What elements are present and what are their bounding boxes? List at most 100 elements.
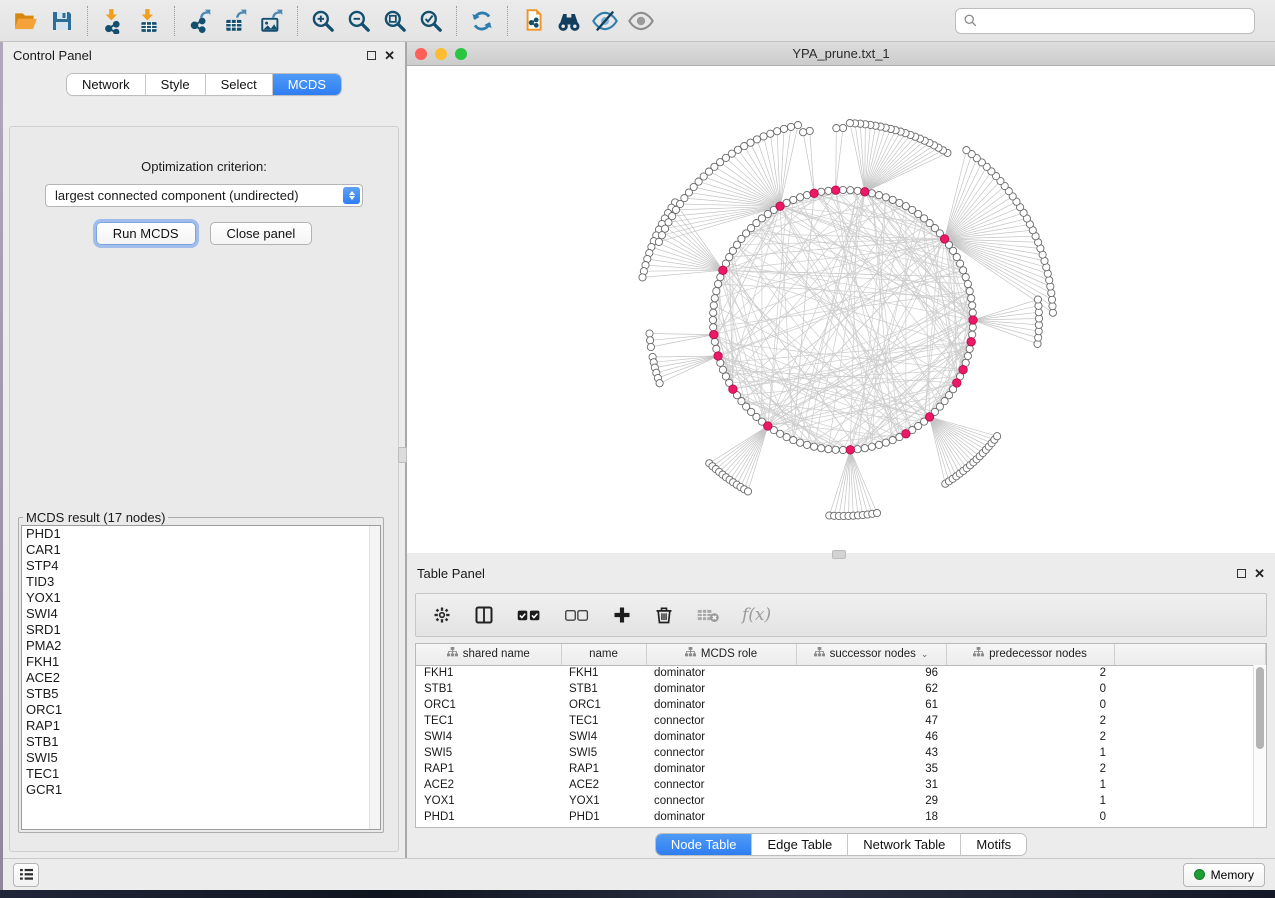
export-image-icon[interactable] <box>254 4 290 38</box>
vertical-splitter-grip[interactable] <box>398 447 407 463</box>
criterion-dropdown[interactable]: largest connected component (undirected) <box>45 184 363 207</box>
tab-edge-table[interactable]: Edge Table <box>751 834 847 855</box>
mcds-result-list[interactable]: PHD1CAR1STP4TID3YOX1SWI4SRD1PMA2FKH1ACE2… <box>21 525 381 830</box>
table-panel: Table Panel ✕ f(x) shared namenameMCDS r… <box>407 560 1275 858</box>
mcds-result-item[interactable]: YOX1 <box>22 590 380 606</box>
control-panel-tabs: NetworkStyleSelectMCDS <box>67 74 341 95</box>
tab-motifs[interactable]: Motifs <box>960 834 1026 855</box>
memory-button[interactable]: Memory <box>1183 863 1265 887</box>
float-panel-icon[interactable] <box>367 51 376 60</box>
mcds-result-item[interactable]: TID3 <box>22 574 380 590</box>
table-row[interactable]: TEC1TEC1connector472 <box>416 713 1266 729</box>
mcds-result-group: MCDS result (17 nodes) PHD1CAR1STP4TID3Y… <box>18 510 384 833</box>
tab-mcds[interactable]: MCDS <box>272 74 341 95</box>
mcds-tab-content: Optimization criterion: largest connecte… <box>9 126 399 852</box>
mcds-result-item[interactable]: PMA2 <box>22 638 380 654</box>
column-header-shared-name[interactable]: shared name <box>416 644 561 665</box>
mcds-result-item[interactable]: GCR1 <box>22 782 380 798</box>
control-panel-titlebar: Control Panel ✕ <box>3 42 405 68</box>
table-row[interactable]: PHD1PHD1dominator180 <box>416 809 1266 825</box>
save-session-icon[interactable] <box>44 4 80 38</box>
table-row[interactable]: SWI4SWI4dominator462 <box>416 729 1266 745</box>
network-window-titlebar: YPA_prune.txt_1 <box>407 42 1275 66</box>
horizontal-splitter-grip[interactable] <box>832 550 846 559</box>
zoom-out-icon[interactable] <box>341 4 377 38</box>
table-scrollbar-thumb[interactable] <box>1256 667 1264 749</box>
node-table: shared namenameMCDS rolesuccessor nodes⌄… <box>415 643 1267 828</box>
zoom-selected-icon[interactable] <box>413 4 449 38</box>
float-table-panel-icon[interactable] <box>1237 569 1246 578</box>
export-network-icon[interactable] <box>182 4 218 38</box>
mcds-result-item[interactable]: SRD1 <box>22 622 380 638</box>
table-row[interactable]: SWI5SWI5connector431 <box>416 745 1266 761</box>
export-table-icon[interactable] <box>218 4 254 38</box>
table-row[interactable]: FKH1FKH1dominator962 <box>416 665 1266 681</box>
run-mcds-button[interactable]: Run MCDS <box>96 222 196 245</box>
control-panel: Control Panel ✕ NetworkStyleSelectMCDS O… <box>3 42 405 858</box>
column-header-filler <box>1114 644 1266 665</box>
table-panel-titlebar: Table Panel ✕ <box>407 560 1275 586</box>
mcds-list-scrollbar[interactable] <box>369 526 380 829</box>
tab-network[interactable]: Network <box>67 74 145 95</box>
network-graph-canvas[interactable] <box>407 66 1275 553</box>
select-all-icon[interactable] <box>516 602 542 628</box>
mcds-result-item[interactable]: SWI4 <box>22 606 380 622</box>
network-graph[interactable] <box>407 66 1275 553</box>
delete-column-icon[interactable] <box>654 602 674 628</box>
tab-style[interactable]: Style <box>145 74 205 95</box>
import-network-icon[interactable] <box>95 4 131 38</box>
mcds-result-item[interactable]: STB5 <box>22 686 380 702</box>
table-settings-icon[interactable] <box>432 602 452 628</box>
table-row[interactable]: RAP1RAP1dominator352 <box>416 761 1266 777</box>
desktop-background-strip <box>0 42 3 890</box>
table-row[interactable]: STB1STB1dominator620 <box>416 681 1266 697</box>
close-table-panel-icon[interactable]: ✕ <box>1254 569 1265 578</box>
zoom-fit-icon[interactable] <box>377 4 413 38</box>
column-header-successor-nodes[interactable]: successor nodes⌄ <box>796 644 946 665</box>
column-header-MCDS-role[interactable]: MCDS role <box>646 644 796 665</box>
mcds-result-item[interactable]: TEC1 <box>22 766 380 782</box>
delete-table-icon[interactable] <box>696 602 720 628</box>
dropdown-stepper-icon <box>343 187 360 204</box>
zoom-in-icon[interactable] <box>305 4 341 38</box>
open-file-icon[interactable] <box>8 4 44 38</box>
mcds-result-item[interactable]: RAP1 <box>22 718 380 734</box>
mcds-result-item[interactable]: STP4 <box>22 558 380 574</box>
import-table-icon[interactable] <box>131 4 167 38</box>
mcds-result-item[interactable]: STB1 <box>22 734 380 750</box>
main-toolbar <box>0 0 1275 42</box>
mcds-result-item[interactable]: ORC1 <box>22 702 380 718</box>
desktop-background-strip <box>0 890 1275 898</box>
deselect-all-icon[interactable] <box>564 602 590 628</box>
search-input[interactable] <box>978 14 1238 28</box>
column-header-name[interactable]: name <box>561 644 646 665</box>
search-box[interactable] <box>955 8 1255 34</box>
table-row[interactable]: ORC1ORC1dominator610 <box>416 697 1266 713</box>
console-button[interactable] <box>13 863 39 887</box>
table-row[interactable]: ACE2ACE2connector311 <box>416 777 1266 793</box>
tab-node-table[interactable]: Node Table <box>656 834 752 855</box>
toolbar-separator <box>456 6 457 36</box>
node-attr-icon <box>814 647 825 661</box>
refresh-layout-icon[interactable] <box>464 4 500 38</box>
binoculars-icon[interactable] <box>551 4 587 38</box>
mcds-result-item[interactable]: ACE2 <box>22 670 380 686</box>
toggle-columns-icon[interactable] <box>474 602 494 628</box>
function-builder-icon[interactable]: f(x) <box>742 605 771 625</box>
close-panel-icon[interactable]: ✕ <box>384 51 395 60</box>
share-document-icon[interactable] <box>515 4 551 38</box>
hide-details-icon[interactable] <box>587 4 623 38</box>
tab-select[interactable]: Select <box>205 74 272 95</box>
add-column-icon[interactable] <box>612 602 632 628</box>
node-attr-icon <box>973 647 984 661</box>
mcds-result-item[interactable]: CAR1 <box>22 542 380 558</box>
column-header-predecessor-nodes[interactable]: predecessor nodes <box>946 644 1114 665</box>
close-panel-button[interactable]: Close panel <box>210 222 313 245</box>
mcds-result-item[interactable]: PHD1 <box>22 526 380 542</box>
table-row[interactable]: YOX1YOX1connector291 <box>416 793 1266 809</box>
tab-network-table[interactable]: Network Table <box>847 834 960 855</box>
table-scrollbar[interactable] <box>1253 665 1266 827</box>
show-details-icon[interactable] <box>623 4 659 38</box>
mcds-result-item[interactable]: FKH1 <box>22 654 380 670</box>
mcds-result-item[interactable]: SWI5 <box>22 750 380 766</box>
